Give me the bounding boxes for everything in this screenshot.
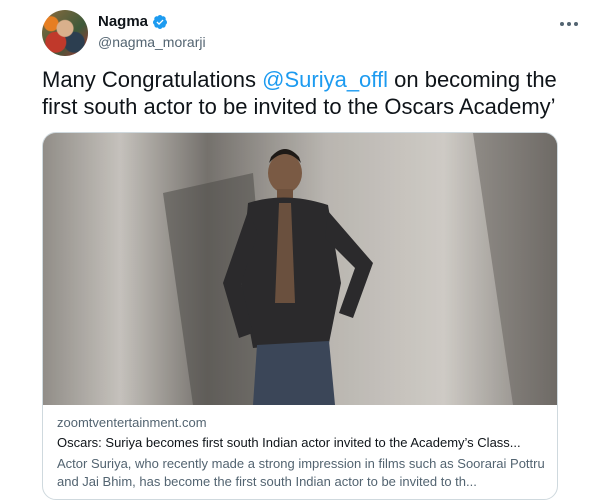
avatar[interactable] [42, 10, 88, 56]
card-description: Actor Suriya, who recently made a strong… [57, 456, 545, 489]
tweet-header: Nagma @nagma_morarji [42, 10, 580, 58]
tweet-text-before: Many Congratulations [42, 67, 263, 92]
author-name-row: Nagma [98, 13, 168, 30]
card-domain: zoomtventertainment.com [57, 415, 207, 430]
card-image[interactable] [43, 133, 557, 405]
verified-badge-icon [153, 14, 168, 29]
author-name[interactable]: Nagma [98, 13, 148, 30]
link-preview-card[interactable]: zoomtventertainment.com Oscars: Suriya b… [42, 132, 558, 500]
more-options-icon[interactable] [558, 16, 580, 32]
mention-link[interactable]: @Suriya_offl [262, 67, 388, 92]
card-title[interactable]: Oscars: Suriya becomes first south India… [57, 435, 545, 450]
tweet[interactable]: Nagma @nagma_morarji Many Congratulation… [0, 0, 600, 500]
tweet-text: Many Congratulations @Suriya_offl on bec… [42, 66, 562, 120]
author-handle[interactable]: @nagma_morarji [98, 34, 206, 50]
card-photo [43, 133, 557, 405]
card-body: zoomtventertainment.com Oscars: Suriya b… [57, 415, 545, 491]
